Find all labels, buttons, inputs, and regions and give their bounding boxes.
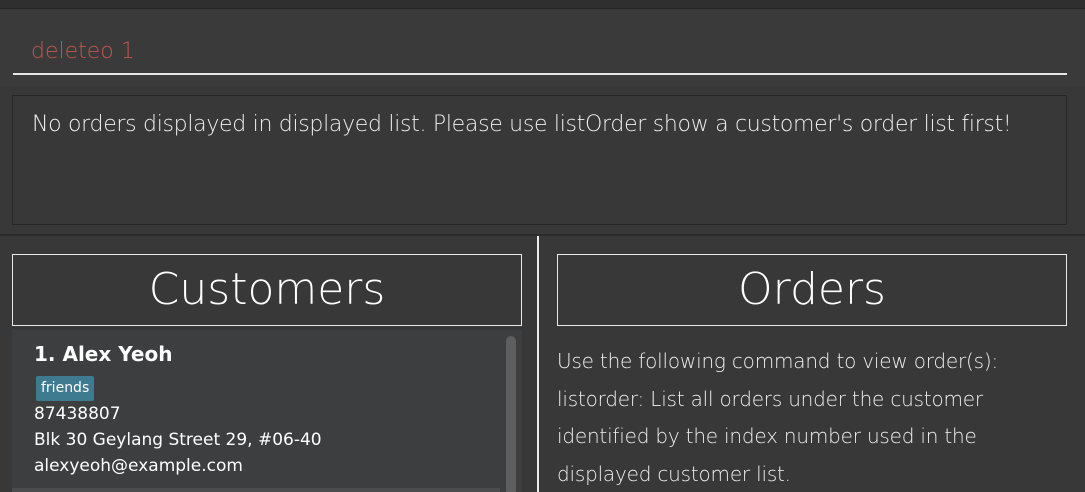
- customer-card[interactable]: 1. Alex Yeoh friends 87438807 Blk 30 Gey…: [12, 330, 500, 488]
- app-window: No orders displayed in displayed list. P…: [0, 0, 1085, 492]
- help-line: Use the following command to view order(…: [557, 349, 998, 373]
- menu-strip: [0, 0, 1085, 9]
- orders-help-text: Use the following command to view order(…: [557, 343, 1077, 492]
- scrollbar-thumb[interactable]: [506, 336, 516, 492]
- customer-list[interactable]: 1. Alex Yeoh friends 87438807 Blk 30 Gey…: [12, 330, 522, 492]
- command-input[interactable]: [13, 29, 1067, 75]
- customer-email: alexyeoh@example.com: [34, 456, 243, 476]
- customer-address: Blk 30 Geylang Street 29, #06-40: [34, 430, 322, 450]
- split-pane-top-border: [0, 234, 1085, 236]
- orders-panel-title: Orders: [557, 254, 1067, 326]
- result-message: No orders displayed in displayed list. P…: [32, 112, 1012, 137]
- customer-tag: friends: [36, 376, 95, 401]
- command-box: [0, 9, 1085, 87]
- customer-phone: 87438807: [34, 404, 121, 424]
- split-pane-divider[interactable]: [537, 236, 539, 492]
- list-separator: [12, 488, 500, 492]
- help-line: displayed customer list.: [557, 461, 791, 486]
- help-line: listorder: List all orders under the cus…: [557, 386, 983, 411]
- help-line: identified by the index number used in t…: [557, 424, 977, 448]
- customers-panel-title: Customers: [12, 254, 522, 326]
- customer-name: 1. Alex Yeoh: [34, 342, 173, 366]
- result-display: No orders displayed in displayed list. P…: [12, 95, 1067, 225]
